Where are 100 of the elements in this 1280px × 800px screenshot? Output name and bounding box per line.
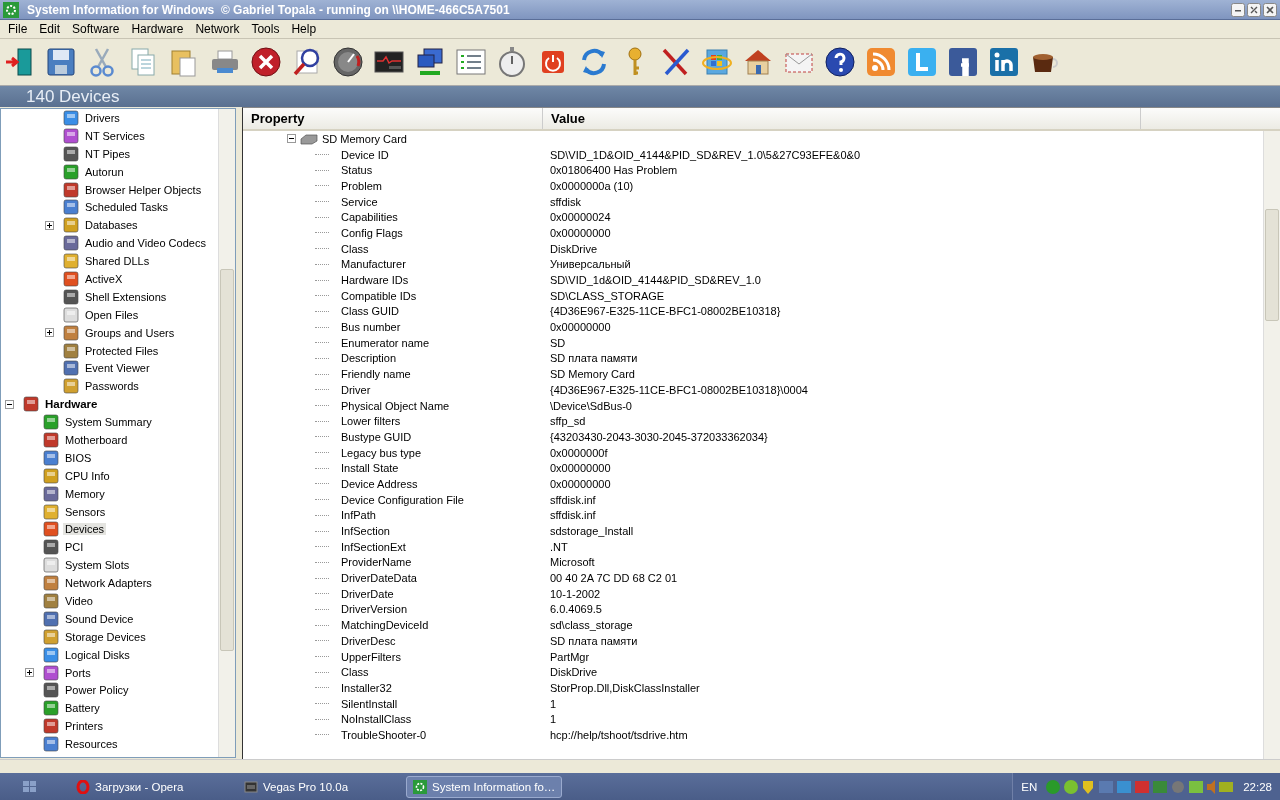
scrollbar[interactable] bbox=[218, 109, 235, 757]
tree-item[interactable]: System Summary bbox=[63, 416, 154, 429]
tree-item[interactable]: Storage Devices bbox=[63, 630, 148, 643]
expand-toggle[interactable] bbox=[45, 220, 54, 230]
property-cell-text: DriverVersion bbox=[341, 603, 409, 616]
tree-item[interactable]: Autorun bbox=[83, 165, 126, 178]
menu-item[interactable]: Software bbox=[66, 22, 126, 36]
tree-item[interactable]: NT Pipes bbox=[83, 147, 133, 160]
tree-item[interactable]: Passwords bbox=[83, 380, 141, 393]
tree-item[interactable]: Browser Helper Objects bbox=[83, 183, 204, 196]
menu-item[interactable]: Help bbox=[285, 22, 323, 36]
value-cell: 0x00000024 bbox=[550, 211, 611, 224]
stop-icon[interactable] bbox=[250, 46, 282, 78]
tree-item[interactable]: Printers bbox=[63, 720, 105, 733]
tree-item[interactable]: Drivers bbox=[83, 111, 122, 124]
tree-item[interactable]: Video bbox=[63, 595, 95, 607]
value-cell: {4D36E967-E325-11CE-BFC1-08002BE10318}\0004 bbox=[550, 383, 808, 396]
tree-item[interactable]: PCI bbox=[63, 541, 86, 554]
tree-item[interactable]: NT Services bbox=[83, 129, 147, 142]
stopwatch-icon[interactable] bbox=[496, 46, 528, 78]
network-computers-icon[interactable] bbox=[414, 46, 446, 78]
property-cell-text: Installer32 bbox=[341, 681, 393, 694]
property-cell-text: Hardware IDs bbox=[341, 274, 410, 287]
list-icon[interactable] bbox=[455, 46, 487, 78]
taskbar-button[interactable]: Загрузки - Opera bbox=[70, 776, 232, 797]
column-header[interactable]: Property bbox=[243, 108, 543, 129]
tree-item[interactable]: Resources bbox=[63, 738, 120, 751]
tree-item-icon bbox=[43, 646, 59, 663]
tree-item[interactable]: Motherboard bbox=[63, 433, 130, 446]
column-header[interactable]: Value bbox=[543, 108, 1141, 129]
tree-item[interactable]: Groups and Users bbox=[83, 326, 177, 339]
tree-item-icon bbox=[63, 163, 79, 180]
menu-item[interactable]: File bbox=[2, 22, 34, 36]
tree-item[interactable]: Shell Extensions bbox=[83, 290, 169, 303]
tree-item-icon bbox=[43, 628, 59, 645]
taskbar-button[interactable]: System Information fo… bbox=[406, 775, 562, 798]
value-cell: 0x00000000 bbox=[550, 321, 611, 334]
tree-item[interactable]: BIOS bbox=[63, 451, 94, 464]
tree-item[interactable]: Power Policy bbox=[63, 684, 131, 697]
tree-item[interactable]: Logical Disks bbox=[63, 648, 132, 661]
tree-item[interactable]: Databases bbox=[83, 219, 140, 232]
tree-item[interactable]: Battery bbox=[63, 702, 102, 715]
menu-item[interactable]: Edit bbox=[33, 22, 67, 36]
collapse-toggle[interactable] bbox=[287, 134, 296, 144]
film-icon bbox=[244, 779, 258, 794]
property-cell-text: InfSectionExt bbox=[341, 540, 407, 553]
tree-item[interactable]: Network Adapters bbox=[63, 577, 154, 590]
property-cell-text: ProviderName bbox=[341, 556, 413, 569]
tree-item[interactable]: Ports bbox=[63, 666, 93, 679]
value-cell: PartMgr bbox=[550, 650, 590, 663]
tree-item[interactable]: Hardware bbox=[43, 398, 100, 411]
property-cell-text: TroubleShooter-0 bbox=[341, 728, 428, 741]
gauge-icon[interactable] bbox=[332, 46, 364, 78]
window-title: System Information for Windows © Gabriel Topala - running on \\HOME-466C5A7501 bbox=[27, 2, 511, 17]
help-icon[interactable] bbox=[824, 46, 856, 78]
tree-item-icon bbox=[63, 199, 79, 216]
menu-item[interactable]: Tools bbox=[245, 22, 286, 36]
property-cell-text: Class GUID bbox=[341, 305, 401, 318]
close-button[interactable] bbox=[1263, 2, 1277, 17]
tree-item-icon bbox=[43, 593, 59, 609]
tree-item[interactable]: Sensors bbox=[63, 505, 108, 518]
tools-icon[interactable] bbox=[660, 46, 692, 78]
menu-item[interactable]: Network bbox=[189, 22, 246, 36]
tree-item[interactable]: Devices bbox=[63, 523, 107, 536]
group-label[interactable]: SD Memory Card bbox=[322, 132, 407, 145]
property-cell-text: Status bbox=[341, 164, 374, 177]
value-cell: sffdisk.inf bbox=[550, 509, 596, 522]
restore-button[interactable] bbox=[1247, 2, 1261, 17]
language-indicator[interactable]: EN bbox=[1021, 780, 1038, 793]
expand-toggle[interactable] bbox=[45, 328, 54, 338]
tree-item[interactable]: Audio and Video Codecs bbox=[83, 237, 208, 250]
value-cell: \Device\SdBus-0 bbox=[550, 399, 632, 412]
taskbar-button[interactable]: Vegas Pro 10.0a bbox=[238, 776, 400, 797]
tree-item[interactable]: Sound Device bbox=[63, 612, 136, 625]
window-flag-icon[interactable] bbox=[701, 46, 733, 78]
tree-item[interactable]: Shared DLLs bbox=[83, 255, 152, 268]
tree-item[interactable]: ActiveX bbox=[83, 272, 125, 285]
tree-item-icon bbox=[63, 288, 79, 305]
minimize-button[interactable] bbox=[1231, 2, 1245, 17]
property-cell-text: SilentInstall bbox=[341, 697, 399, 710]
tree-item[interactable]: Open Files bbox=[83, 308, 141, 321]
value-cell: 10-1-2002 bbox=[550, 587, 601, 600]
tree-item[interactable]: System Slots bbox=[63, 559, 132, 572]
value-cell: 0x00000000 bbox=[550, 477, 611, 490]
tree-item[interactable]: Protected Files bbox=[83, 344, 161, 357]
collapse-toggle[interactable] bbox=[5, 399, 14, 409]
tree-item[interactable]: Scheduled Tasks bbox=[83, 201, 170, 214]
value-cell: hcp://help/tshoot/tsdrive.htm bbox=[550, 728, 688, 741]
expand-toggle[interactable] bbox=[25, 668, 34, 678]
property-cell-text: Physical Object Name bbox=[341, 399, 451, 412]
tree-item[interactable]: Event Viewer bbox=[83, 362, 152, 375]
menu-item[interactable]: Hardware bbox=[125, 22, 190, 36]
tree-item-icon bbox=[63, 342, 79, 359]
value-cell: Универсальный bbox=[550, 258, 631, 271]
save-icon[interactable] bbox=[45, 46, 77, 78]
value-cell: SD Memory Card bbox=[550, 368, 635, 381]
scrollbar[interactable] bbox=[1263, 131, 1280, 759]
tree-item[interactable]: CPU Info bbox=[63, 469, 112, 482]
ring-icon bbox=[76, 779, 90, 794]
tree-item[interactable]: Memory bbox=[63, 487, 107, 500]
